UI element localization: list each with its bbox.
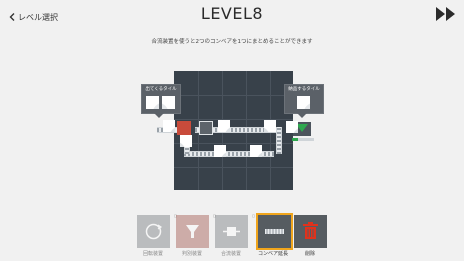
level-title: LEVEL8 <box>200 4 264 23</box>
filter-tool-button[interactable]: 0 <box>176 214 216 248</box>
merge-tool-label: 合流装置 <box>220 251 241 257</box>
tile-piece <box>264 120 276 132</box>
input-callout-pointer <box>154 113 164 118</box>
goal-tile <box>297 96 310 109</box>
tile-piece <box>214 145 226 157</box>
input-tile-2 <box>162 96 175 109</box>
rotate-icon <box>145 223 163 240</box>
input-tile-1 <box>146 96 159 109</box>
merge-tool-count: 0 <box>251 214 255 220</box>
rotate-tool-button[interactable]: 0 <box>137 214 177 248</box>
tile-piece <box>250 145 262 157</box>
instruction-text: 合流装置を使うと2つのコンベアを1つにまとめることができます <box>151 39 313 45</box>
trash-icon <box>303 222 318 239</box>
rotate-tool-label: 回転装置 <box>142 251 163 257</box>
delete-tool-label: 削除 <box>304 251 315 257</box>
fast-forward-icon[interactable] <box>435 6 457 22</box>
tile-piece <box>180 135 192 147</box>
conveyor-tool-button[interactable] <box>256 213 293 250</box>
tile-piece <box>286 121 298 133</box>
conveyor-vertical-right <box>276 127 282 154</box>
tile-piece <box>163 120 175 132</box>
merge-icon <box>223 227 240 236</box>
filter-tool-label: 判別装置 <box>181 251 202 257</box>
machine-red[interactable] <box>177 121 191 135</box>
goal-tile-label: 納品するタイル <box>288 87 320 92</box>
goal-callout-pointer <box>297 113 307 118</box>
machine-splitter[interactable] <box>199 121 213 135</box>
filter-icon <box>186 225 199 238</box>
input-tile-callout: 出てくるタイル <box>141 84 181 114</box>
delete-tool-button[interactable] <box>294 215 327 248</box>
tile-piece <box>218 120 230 132</box>
conveyor-icon <box>265 229 284 234</box>
top-bar: レベル選択 LEVEL8 <box>0 0 464 34</box>
input-tile-label: 出てくるタイル <box>145 87 177 92</box>
merge-tool-button[interactable]: 0 <box>215 214 255 248</box>
goal-progress <box>292 138 314 141</box>
goal-tile-callout: 納品するタイル <box>284 84 324 114</box>
